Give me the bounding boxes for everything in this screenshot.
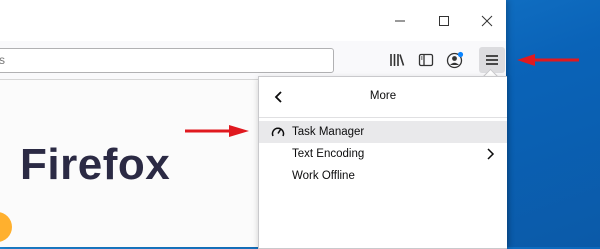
- panel-header: More: [259, 77, 507, 117]
- gauge-icon: [271, 127, 285, 137]
- account-button[interactable]: [442, 47, 468, 73]
- menu-item-label: Task Manager: [292, 126, 365, 138]
- library-button[interactable]: [384, 47, 410, 73]
- close-button[interactable]: [465, 0, 509, 41]
- sidebar-icon: [418, 53, 434, 67]
- menu-item-text-encoding[interactable]: Text Encoding: [259, 143, 507, 165]
- annotation-arrow-task-manager: [185, 125, 249, 137]
- menu-item-task-manager[interactable]: Task Manager: [259, 121, 507, 143]
- url-text: s: [0, 53, 5, 67]
- maximize-icon: [439, 15, 449, 26]
- menu-item-work-offline[interactable]: Work Offline: [259, 165, 507, 187]
- account-icon: [446, 51, 464, 69]
- library-icon: [390, 54, 405, 66]
- title-bar: [0, 0, 506, 41]
- more-menu-panel: More Task Manager Text Encoding Work Off…: [258, 76, 507, 249]
- panel-separator: [259, 117, 507, 118]
- navigation-toolbar: s: [0, 41, 506, 80]
- maximize-button[interactable]: [422, 0, 466, 41]
- minimize-button[interactable]: [378, 0, 422, 41]
- panel-title: More: [369, 90, 397, 102]
- menu-item-label: Text Encoding: [292, 148, 365, 160]
- hamburger-menu-icon: [486, 55, 498, 65]
- menu-item-label: Work Offline: [292, 170, 355, 182]
- minimize-icon: [395, 20, 405, 21]
- chevron-right-icon: [487, 148, 495, 160]
- close-icon: [481, 15, 493, 26]
- url-bar[interactable]: s: [0, 48, 334, 73]
- firefox-wordmark: Firefox: [20, 140, 171, 189]
- annotation-arrow-menu-button: [517, 54, 579, 66]
- open-menu-button[interactable]: [479, 47, 505, 73]
- sidebar-button[interactable]: [413, 47, 439, 73]
